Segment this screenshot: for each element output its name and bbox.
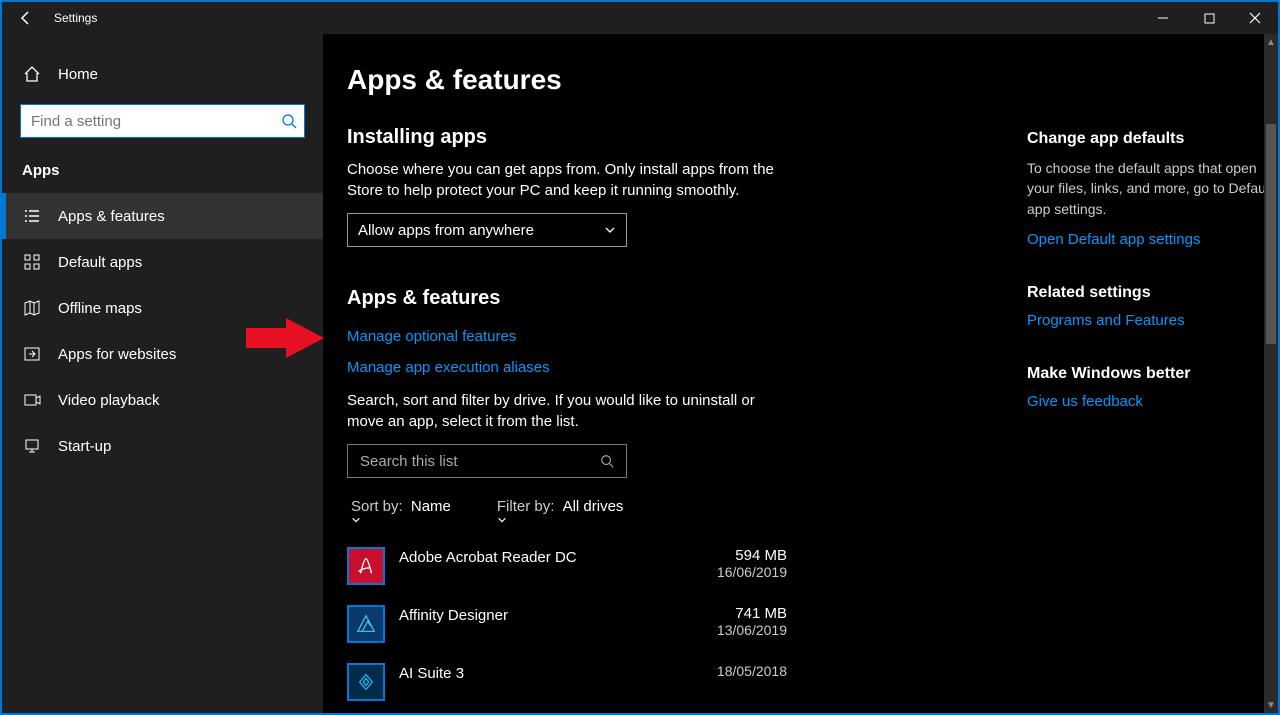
related-settings-title: Related settings [1027,284,1277,302]
related-settings-block: Related settings Programs and Features [1027,284,1277,329]
find-setting-input[interactable] [21,113,274,130]
side-column: Change app defaults To choose the defaul… [1027,126,1277,701]
app-item[interactable]: AI Suite 3 18/05/2018 [347,663,787,701]
make-windows-better-block: Make Windows better Give us feedback [1027,365,1277,410]
app-list: Adobe Acrobat Reader DC 594 MB 16/06/201… [347,547,787,701]
open-default-settings-link[interactable]: Open Default app settings [1027,231,1277,248]
home-label: Home [58,66,98,83]
search-list-box[interactable]: Search this list [347,444,627,478]
app-name: Affinity Designer [399,605,717,624]
settings-window: Settings Home Apps [2,2,1278,713]
scroll-up-icon[interactable]: ▲ [1264,34,1278,50]
nav-label: Apps for websites [58,346,176,363]
app-icon-aisuite [347,663,385,701]
map-icon [22,298,42,318]
list-help-text: Search, sort and filter by drive. If you… [347,390,777,432]
maximize-button[interactable] [1186,2,1232,34]
app-icon-affinity [347,605,385,643]
close-icon [1249,12,1261,24]
nav-label: Offline maps [58,300,142,317]
sort-by[interactable]: Sort by: Name [351,498,457,525]
nav-offline-maps[interactable]: Offline maps [2,285,323,331]
app-name: AI Suite 3 [399,663,717,682]
scroll-down-icon[interactable]: ▼ [1264,697,1278,713]
sidebar: Home Apps Apps & features Default apps [2,34,323,713]
app-meta: 741 MB 13/06/2019 [717,605,787,638]
arrow-left-icon [18,10,34,26]
manage-optional-link[interactable]: Manage optional features [347,328,987,345]
maximize-icon [1204,13,1215,24]
installing-heading: Installing apps [347,126,987,149]
grid-icon [22,252,42,272]
app-meta: 18/05/2018 [717,663,787,679]
apps-features-heading: Apps & features [347,287,987,310]
nav-startup[interactable]: Start-up [2,423,323,469]
titlebar: Settings [2,2,1278,34]
app-source-select[interactable]: Allow apps from anywhere [347,213,627,247]
nav-video-playback[interactable]: Video playback [2,377,323,423]
chevron-down-icon [351,515,457,525]
manage-aliases-link[interactable]: Manage app execution aliases [347,359,987,376]
chevron-down-icon [604,224,616,236]
installing-body: Choose where you can get apps from. Only… [347,159,777,201]
minimize-button[interactable] [1140,2,1186,34]
change-defaults-title: Change app defaults [1027,130,1277,148]
main-panel: Apps & features Installing apps Choose w… [323,34,1278,713]
nav-label: Apps & features [58,208,165,225]
find-setting-search[interactable] [20,104,305,138]
nav-label: Start-up [58,438,111,455]
home-icon [22,64,42,84]
give-feedback-link[interactable]: Give us feedback [1027,393,1277,410]
home-nav[interactable]: Home [2,54,323,94]
search-list-placeholder: Search this list [360,453,600,470]
scrollbar[interactable]: ▲ ▼ [1264,34,1278,713]
search-icon [274,113,304,129]
page-title: Apps & features [347,64,1278,96]
select-value: Allow apps from anywhere [358,222,534,239]
app-icon-acrobat [347,547,385,585]
open-icon [22,344,42,364]
startup-icon [22,436,42,456]
search-icon [600,454,614,468]
filter-by[interactable]: Filter by: All drives [497,498,630,525]
app-item[interactable]: Affinity Designer 741 MB 13/06/2019 [347,605,787,643]
nav-list: Apps & features Default apps Offline map… [2,193,323,469]
scroll-thumb[interactable] [1266,124,1276,344]
window-title: Settings [50,11,97,25]
sort-filter-row: Sort by: Name Filter by: All drives [351,498,987,525]
section-label: Apps [2,156,323,193]
nav-apps-websites[interactable]: Apps for websites [2,331,323,377]
content-area: Home Apps Apps & features Default apps [2,34,1278,713]
minimize-icon [1157,12,1169,24]
change-defaults-block: Change app defaults To choose the defaul… [1027,130,1277,248]
back-button[interactable] [2,2,50,34]
nav-default-apps[interactable]: Default apps [2,239,323,285]
app-name: Adobe Acrobat Reader DC [399,547,717,566]
programs-features-link[interactable]: Programs and Features [1027,312,1277,329]
change-defaults-body: To choose the default apps that open you… [1027,158,1277,219]
nav-label: Default apps [58,254,142,271]
main-column: Installing apps Choose where you can get… [347,126,987,701]
app-meta: 594 MB 16/06/2019 [717,547,787,580]
list-icon [22,206,42,226]
chevron-down-icon [497,515,630,525]
video-icon [22,390,42,410]
app-item[interactable]: Adobe Acrobat Reader DC 594 MB 16/06/201… [347,547,787,585]
close-button[interactable] [1232,2,1278,34]
nav-label: Video playback [58,392,159,409]
make-windows-better-title: Make Windows better [1027,365,1277,383]
nav-apps-features[interactable]: Apps & features [2,193,323,239]
